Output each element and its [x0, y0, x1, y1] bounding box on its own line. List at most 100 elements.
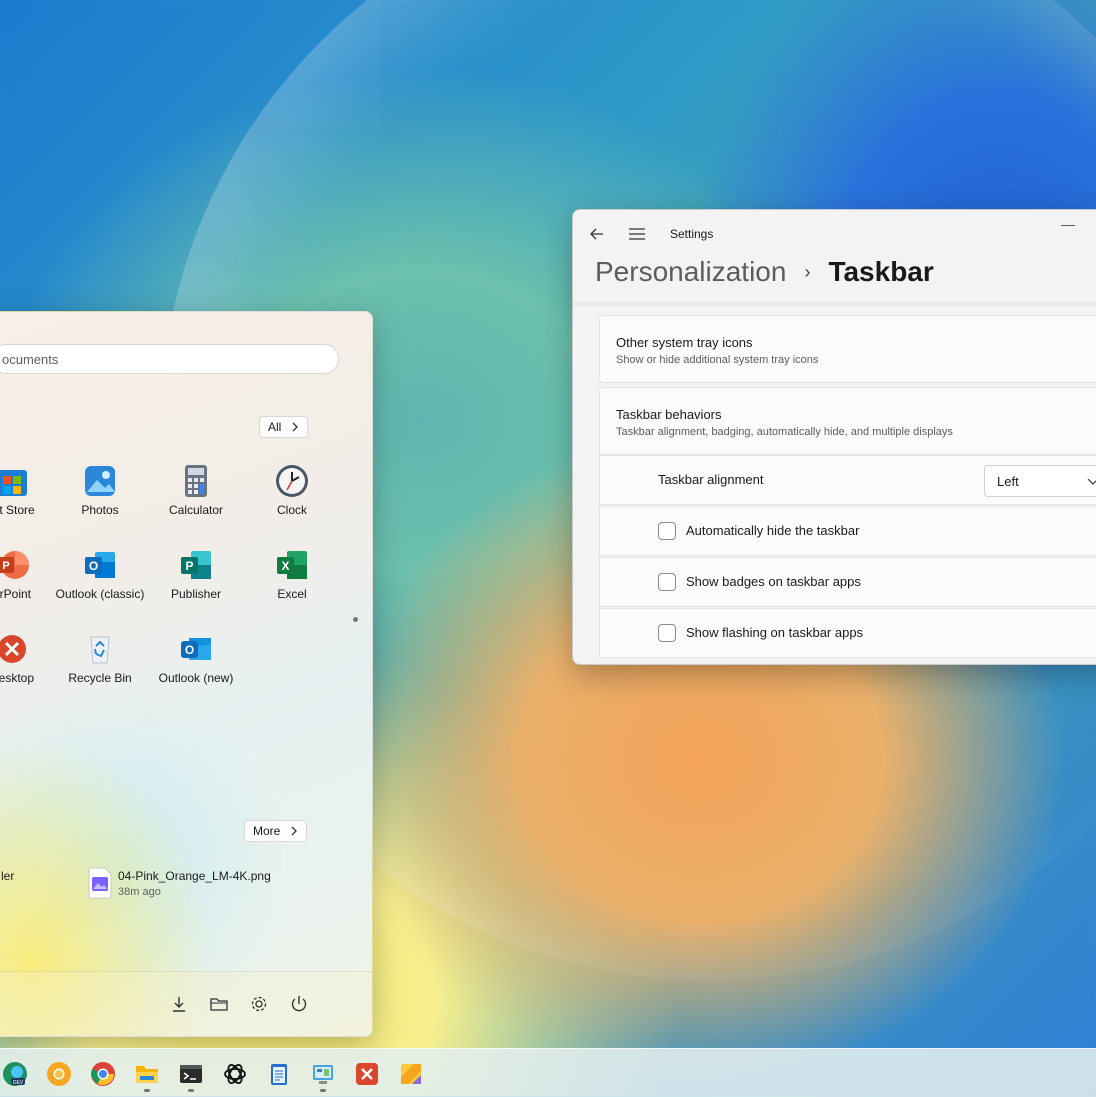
- show-badges-row[interactable]: Show badges on taskbar apps: [599, 557, 1096, 607]
- sticky-notes-icon[interactable]: [398, 1061, 424, 1087]
- pinned-app-outlook-classic[interactable]: O Outlook (classic): [52, 548, 148, 601]
- app-label: Outlook (classic): [55, 587, 145, 601]
- page-title: Taskbar: [828, 256, 934, 287]
- control-panel-icon[interactable]: [310, 1061, 336, 1087]
- edge-dev-icon[interactable]: DEV: [2, 1061, 28, 1087]
- settings-window: Settings — Personalization › Taskbar Oth…: [572, 209, 1096, 665]
- app-label: erPoint: [0, 587, 32, 601]
- back-arrow-icon[interactable]: [587, 224, 607, 244]
- recommended-title: ler: [1, 869, 15, 883]
- recommended-subtitle: 38m ago: [118, 886, 161, 898]
- start-menu: ocuments All oft Store Photos Calculator…: [0, 311, 373, 1037]
- title-bar[interactable]: Settings —: [573, 210, 1096, 258]
- window-title: Settings: [670, 227, 714, 241]
- start-footer: [0, 971, 372, 1036]
- recommended-item[interactable]: ler: [1, 869, 14, 883]
- app-label: Photos: [81, 503, 119, 517]
- pinned-app-excel[interactable]: X Excel: [244, 548, 340, 601]
- outlook-new-icon: O: [179, 632, 213, 666]
- chevron-right-icon: [292, 422, 299, 432]
- breadcrumb: Personalization › Taskbar: [595, 256, 934, 288]
- all-apps-button[interactable]: All: [259, 416, 309, 438]
- photos-icon: [83, 464, 117, 498]
- pinned-app-calculator[interactable]: Calculator: [148, 464, 244, 517]
- svg-text:O: O: [185, 643, 194, 657]
- checkbox-label: Automatically hide the taskbar: [686, 523, 860, 538]
- hamburger-menu-icon[interactable]: [627, 225, 647, 243]
- checkbox-label: Show badges on taskbar apps: [686, 574, 861, 589]
- chatgpt-icon[interactable]: [222, 1061, 248, 1087]
- app-label: Calculator: [168, 503, 224, 517]
- pinned-app-remote-desktop[interactable]: Desktop: [0, 632, 60, 685]
- scroll-separator: [573, 302, 1096, 306]
- file-explorer-icon[interactable]: [209, 994, 229, 1014]
- image-file-icon: [88, 867, 112, 899]
- notepad-icon[interactable]: [266, 1061, 292, 1087]
- other-system-tray-icons-card[interactable]: Other system tray icons Show or hide add…: [599, 315, 1096, 383]
- taskbar-alignment-label: Taskbar alignment: [658, 472, 764, 487]
- more-recommended-button[interactable]: More: [244, 820, 308, 842]
- recommended-title: 04-Pink_Orange_LM-4K.png: [118, 869, 271, 883]
- recycle-bin-icon: [83, 632, 117, 666]
- pinned-app-outlook-new[interactable]: O Outlook (new): [148, 632, 244, 685]
- pinned-app-clock[interactable]: Clock: [244, 464, 340, 517]
- chrome-canary-icon[interactable]: [46, 1061, 72, 1087]
- app-label: Excel: [277, 587, 307, 601]
- file-explorer-icon[interactable]: [134, 1061, 160, 1087]
- taskbar-alignment-dropdown[interactable]: Left: [984, 465, 1096, 497]
- pinned-page-indicator[interactable]: [353, 617, 358, 622]
- running-indicator: [188, 1089, 194, 1092]
- svg-text:P: P: [2, 560, 9, 572]
- chrome-icon[interactable]: [90, 1061, 116, 1087]
- checkbox-label: Show flashing on taskbar apps: [686, 625, 864, 640]
- all-apps-label: All: [268, 420, 282, 434]
- taskbar-behaviors-card[interactable]: Taskbar behaviors Taskbar alignment, bad…: [599, 387, 1096, 455]
- powerpoint-icon: P: [0, 548, 29, 582]
- running-indicator: [144, 1089, 150, 1092]
- terminal-icon[interactable]: [178, 1061, 204, 1087]
- taskbar: DEV: [0, 1048, 1096, 1097]
- minimize-button[interactable]: —: [1061, 216, 1075, 232]
- auto-hide-checkbox[interactable]: [658, 522, 676, 540]
- auto-hide-row[interactable]: Automatically hide the taskbar: [599, 506, 1096, 556]
- pinned-app-publisher[interactable]: P Publisher: [148, 548, 244, 601]
- publisher-icon: P: [179, 548, 213, 582]
- svg-text:DEV: DEV: [13, 1080, 24, 1086]
- more-label: More: [253, 824, 281, 838]
- app-label: Desktop: [0, 671, 35, 685]
- search-input[interactable]: ocuments: [0, 344, 339, 374]
- pinned-app-powerpoint[interactable]: P erPoint: [0, 548, 60, 601]
- app-label: oft Store: [0, 503, 35, 517]
- breadcrumb-parent[interactable]: Personalization: [595, 256, 786, 288]
- card-subtitle: Show or hide additional system tray icon…: [616, 354, 819, 366]
- show-flashing-checkbox[interactable]: [658, 624, 676, 642]
- chevron-right-icon: ›: [804, 261, 811, 282]
- remote-desktop-icon: [0, 632, 29, 666]
- clock-icon: [275, 464, 309, 498]
- dropdown-value: Left: [997, 474, 1019, 489]
- svg-text:P: P: [185, 559, 193, 573]
- pinned-app-microsoft-store[interactable]: oft Store: [0, 464, 60, 517]
- settings-icon[interactable]: [249, 994, 269, 1014]
- show-flashing-row[interactable]: Show flashing on taskbar apps: [599, 608, 1096, 658]
- pinned-app-recycle-bin[interactable]: Recycle Bin: [52, 632, 148, 685]
- remote-desktop-icon[interactable]: [354, 1061, 380, 1087]
- microsoft-store-icon: [0, 464, 29, 498]
- app-label: Clock: [276, 503, 307, 517]
- card-title: Taskbar behaviors: [616, 407, 722, 422]
- chevron-down-icon: [1087, 478, 1096, 485]
- power-icon[interactable]: [289, 994, 309, 1014]
- card-title: Other system tray icons: [616, 335, 753, 350]
- svg-text:X: X: [281, 559, 289, 573]
- svg-text:O: O: [89, 559, 98, 573]
- taskbar-alignment-row: Taskbar alignment Left: [599, 455, 1096, 505]
- show-badges-checkbox[interactable]: [658, 573, 676, 591]
- outlook-classic-icon: O: [83, 548, 117, 582]
- pinned-app-photos[interactable]: Photos: [52, 464, 148, 517]
- card-subtitle: Taskbar alignment, badging, automaticall…: [616, 426, 953, 438]
- downloads-icon[interactable]: [169, 994, 189, 1014]
- calculator-icon: [179, 464, 213, 498]
- chevron-right-icon: [291, 826, 298, 836]
- app-label: Outlook (new): [158, 671, 234, 685]
- excel-icon: X: [275, 548, 309, 582]
